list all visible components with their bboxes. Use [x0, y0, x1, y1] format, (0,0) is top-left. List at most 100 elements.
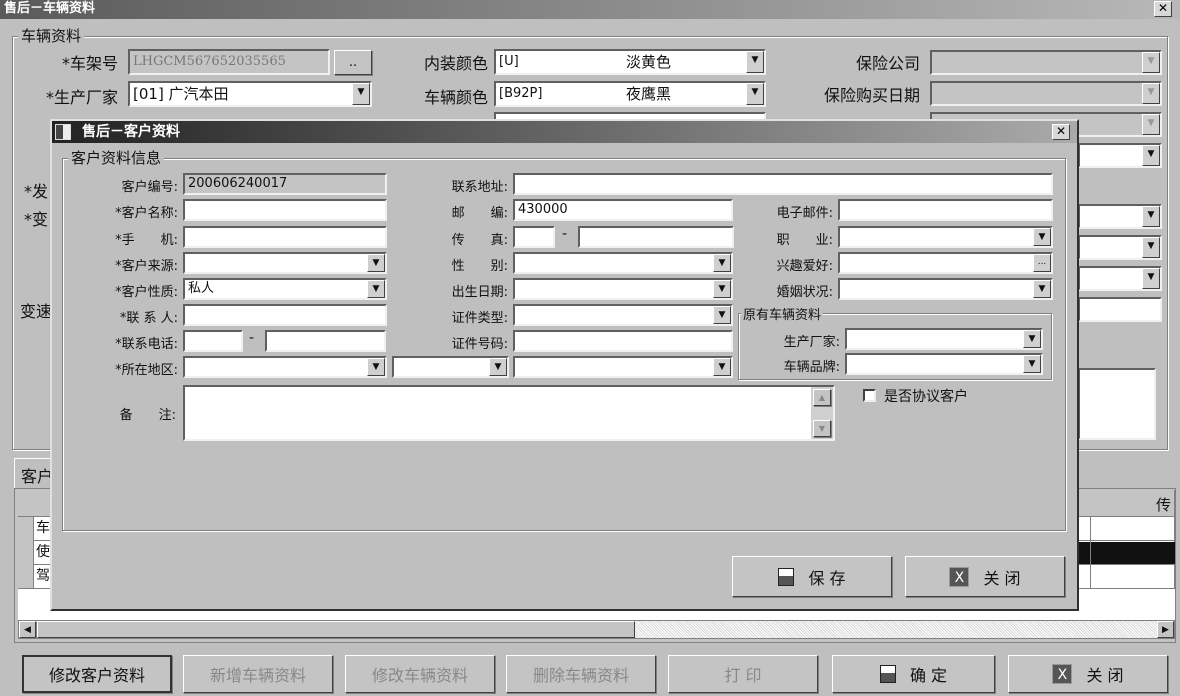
birth-date-select[interactable]: ▼ [513, 278, 733, 300]
fax-label: 传 真: [451, 233, 508, 248]
contact-person-input[interactable] [183, 304, 387, 326]
customer-source-select[interactable]: ▼ [183, 252, 387, 274]
old-vehicle-group-label: 原有车辆资料 [741, 304, 824, 323]
phone-area-input[interactable] [183, 330, 243, 352]
main-title: 售后－车辆资料 [4, 1, 96, 16]
id-type-select[interactable]: ▼ [513, 304, 733, 326]
scroll-down-icon[interactable]: ▼ [813, 420, 831, 437]
inner-color-select[interactable]: [U] 淡黄色 ▼ [494, 49, 766, 75]
marital-status-label: 婚姻状况: [776, 285, 833, 300]
edit-vehicle-button[interactable]: 修改车辆资料 [345, 655, 495, 693]
postcode-label: 邮 编: [451, 206, 508, 221]
edit-customer-button[interactable]: 修改客户资料 [22, 655, 172, 693]
partial-label: 变速 [20, 302, 53, 321]
inner-color-label: 内装颜色 [423, 54, 488, 73]
hobby-input[interactable]: ... [838, 252, 1053, 274]
customer-type-label: *客户性质: [115, 285, 178, 300]
ins-date-select[interactable]: ▼ [930, 81, 1162, 106]
customer-name-label: *客户名称: [115, 206, 178, 221]
floppy-icon [879, 665, 896, 683]
old-maker-label: 生产厂家: [783, 335, 840, 350]
right-select-4[interactable]: ▼ [1078, 266, 1162, 291]
region-city-select[interactable]: ▼ [392, 356, 509, 378]
dialog-title-bar: 售后－客户资料 [52, 121, 1077, 143]
grid-column-divider [1090, 517, 1091, 589]
id-number-label: 证件号码: [451, 337, 508, 352]
main-close-button[interactable]: ✕ [1154, 1, 1172, 17]
gender-label: 性 别: [451, 259, 508, 274]
mobile-input[interactable] [183, 226, 387, 248]
contact-person-label: *联 系 人: [119, 311, 178, 326]
customer-id-input[interactable]: 200606240017 [183, 173, 387, 195]
email-label: 电子邮件: [776, 206, 833, 221]
vin-input[interactable]: LHGCM567652035565 [128, 49, 330, 75]
postcode-input[interactable]: 430000 [513, 199, 733, 221]
mobile-label: *手 机: [115, 233, 178, 248]
vin-label: *车架号 [61, 54, 118, 73]
customer-type-select[interactable]: 私人 ▼ [183, 278, 387, 300]
ins-company-label: 保险公司 [855, 54, 920, 73]
region-district-select[interactable]: ▼ [513, 356, 733, 378]
vehicle-group-label: 车辆资料 [18, 25, 85, 46]
marital-status-select[interactable]: ▼ [838, 278, 1053, 300]
grid-header-cell: 传 [1155, 496, 1171, 514]
gender-select[interactable]: ▼ [513, 252, 733, 274]
id-number-input[interactable] [513, 330, 733, 352]
right-input[interactable] [1078, 297, 1162, 322]
partial-label: *变 [24, 210, 49, 229]
selected-row-highlight [1078, 542, 1175, 564]
ins-company-select[interactable]: ▼ [930, 50, 1162, 75]
address-label: 联系地址: [451, 180, 508, 195]
remark-label: 备 注: [119, 408, 176, 423]
remark-textarea[interactable]: ▲ ▼ [183, 385, 835, 441]
right-select-3[interactable]: ▼ [1078, 235, 1162, 260]
remark-scrollbar[interactable]: ▲ ▼ [811, 387, 833, 439]
main-title-bar: 售后－车辆资料 [0, 0, 1180, 19]
scroll-thumb[interactable] [37, 621, 635, 638]
right-textarea[interactable] [1078, 368, 1156, 440]
main-close-bottom-button[interactable]: X关 闭 [1008, 655, 1168, 693]
address-input[interactable] [513, 173, 1053, 195]
print-button[interactable]: 打 印 [668, 655, 818, 693]
add-vehicle-button[interactable]: 新增车辆资料 [183, 655, 333, 693]
customer-id-label: 客户编号: [121, 180, 178, 195]
maker-select[interactable]: [01] 广汽本田 ▼ [128, 81, 372, 107]
scroll-up-icon[interactable]: ▲ [813, 389, 831, 406]
dialog-close-bottom-button[interactable]: X关 闭 [905, 556, 1065, 597]
horizontal-scrollbar[interactable]: ◀ ▶ [18, 620, 1175, 639]
car-color-label: 车辆颜色 [423, 88, 488, 107]
agreement-label: 是否协议客户 [884, 389, 968, 405]
fax-area-input[interactable] [513, 226, 555, 248]
right-select-2[interactable]: ▼ [1078, 204, 1162, 229]
fax-number-input[interactable] [578, 226, 734, 248]
hobby-label: 兴趣爱好: [776, 259, 833, 274]
confirm-button[interactable]: 确 定 [832, 655, 995, 693]
close-icon: X [1052, 664, 1073, 684]
vin-lookup-button[interactable]: .. [334, 50, 372, 75]
partial-label: *发 [24, 182, 49, 201]
customer-info-group-label: 客户资料信息 [68, 147, 165, 168]
old-brand-label: 车辆品牌: [783, 360, 840, 375]
region-province-select[interactable]: ▼ [183, 356, 387, 378]
scroll-left-icon[interactable]: ◀ [19, 621, 36, 638]
maker-label: *生产厂家 [45, 88, 118, 107]
occupation-label: 职 业: [776, 233, 833, 248]
dialog-close-button[interactable]: ✕ [1052, 124, 1070, 140]
region-label: *所在地区: [115, 363, 178, 378]
customer-name-input[interactable] [183, 199, 387, 221]
id-type-label: 证件类型: [451, 311, 508, 326]
old-brand-select[interactable]: ▼ [845, 353, 1043, 375]
occupation-select[interactable]: ▼ [838, 226, 1053, 248]
email-input[interactable] [838, 199, 1053, 221]
phone-number-input[interactable] [265, 330, 386, 352]
customer-source-label: *客户来源: [115, 259, 178, 274]
old-maker-select[interactable]: ▼ [845, 328, 1043, 350]
delete-vehicle-button[interactable]: 删除车辆资料 [506, 655, 656, 693]
scroll-right-icon[interactable]: ▶ [1157, 621, 1174, 638]
right-select-1[interactable]: ▼ [1078, 143, 1162, 168]
agreement-checkbox[interactable] [863, 389, 876, 402]
car-color-select[interactable]: [B92P] 夜鹰黑 ▼ [494, 81, 766, 107]
save-button[interactable]: 保 存 [732, 556, 892, 597]
ins-date-label: 保险购买日期 [823, 86, 920, 105]
row-indicator [18, 517, 34, 589]
